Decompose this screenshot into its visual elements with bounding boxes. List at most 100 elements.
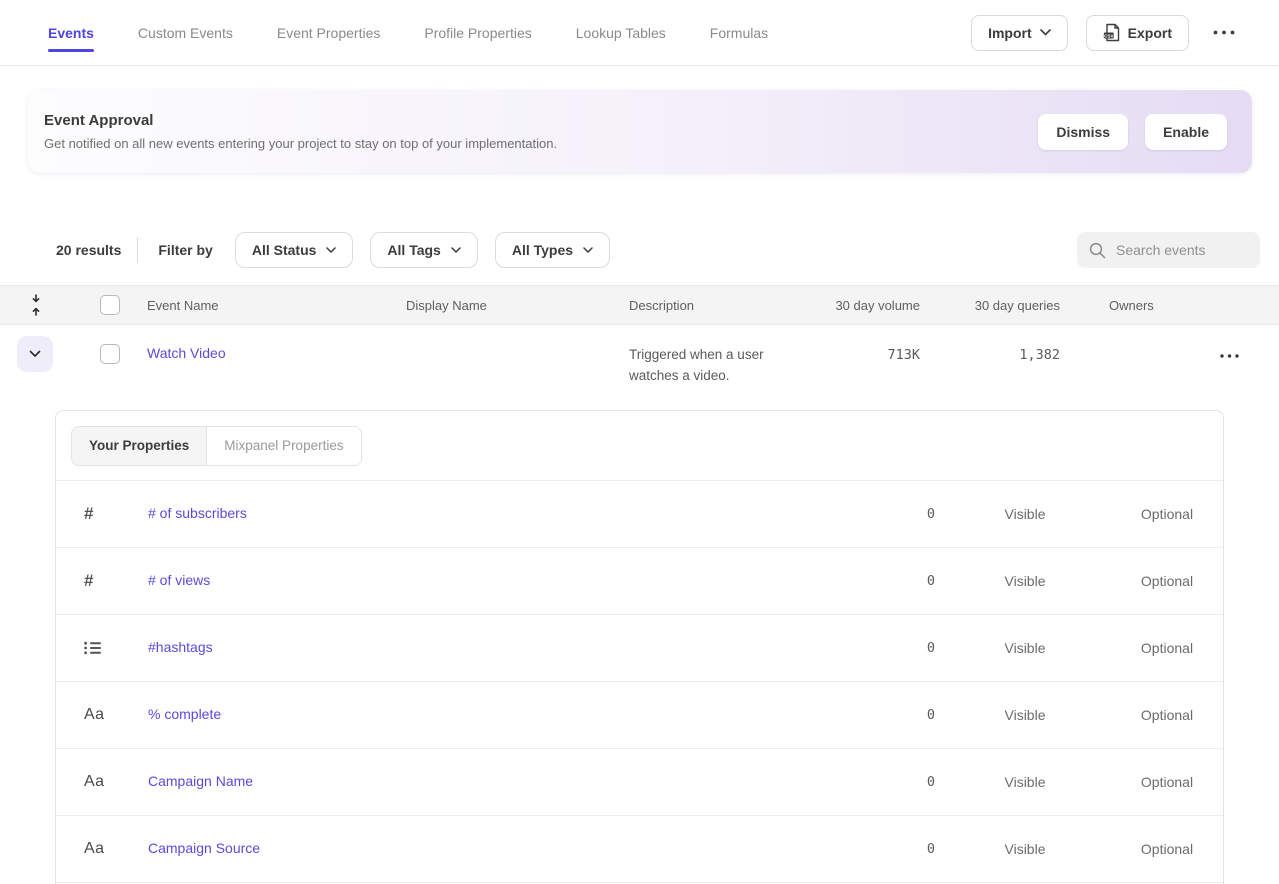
collapse-row-button[interactable] (17, 336, 53, 372)
property-visibility[interactable]: Visible (935, 841, 1115, 857)
header-volume[interactable]: 30 day volume (820, 298, 920, 313)
row-overflow-menu-button[interactable] (1214, 350, 1245, 362)
types-filter-value: All Types (512, 242, 573, 258)
property-query-count: 0 (927, 573, 935, 589)
banner-actions: Dismiss Enable (1038, 114, 1227, 150)
nav-tabs: Events Custom Events Event Properties Pr… (0, 0, 971, 66)
tags-filter-value: All Tags (387, 242, 440, 258)
property-row: # # of views 0 Visible Optional (56, 548, 1223, 615)
property-requirement[interactable]: Optional (1115, 707, 1223, 723)
csv-file-icon: CSV (1103, 23, 1120, 42)
property-name-link[interactable]: % complete (148, 706, 221, 722)
tab-custom-events[interactable]: Custom Events (138, 0, 233, 66)
status-filter-dropdown[interactable]: All Status (235, 232, 354, 268)
chevron-down-icon (29, 350, 41, 358)
overflow-menu-button[interactable] (1207, 26, 1241, 39)
filter-by-label: Filter by (158, 242, 212, 258)
banner-text: Event Approval Get notified on all new e… (44, 112, 557, 151)
property-requirement[interactable]: Optional (1115, 640, 1223, 656)
chevron-down-icon (583, 247, 593, 253)
properties-panel: Your Properties Mixpanel Properties # # … (55, 410, 1224, 884)
property-row: Aa % complete 0 Visible Optional (56, 682, 1223, 749)
property-requirement[interactable]: Optional (1115, 841, 1223, 857)
event-queries: 1,382 (1019, 347, 1060, 363)
export-button-label: Export (1128, 25, 1172, 41)
header-queries[interactable]: 30 day queries (920, 298, 1060, 313)
chevron-down-icon (451, 247, 461, 253)
property-query-count: 0 (927, 707, 935, 723)
header-event-name[interactable]: Event Name (147, 298, 406, 313)
tab-formulas[interactable]: Formulas (710, 0, 768, 66)
ellipsis-icon (1220, 354, 1239, 358)
property-row: Aa Campaign Source 0 Visible Optional (56, 816, 1223, 883)
property-query-count: 0 (927, 774, 935, 790)
property-row: # # of subscribers 0 Visible Optional (56, 481, 1223, 548)
search-events-input[interactable] (1116, 242, 1246, 258)
tab-events[interactable]: Events (48, 0, 94, 66)
property-query-count: 0 (927, 640, 935, 656)
chevron-down-icon (1040, 29, 1051, 36)
header-description[interactable]: Description (629, 298, 820, 313)
tags-filter-dropdown[interactable]: All Tags (370, 232, 477, 268)
property-requirement[interactable]: Optional (1115, 774, 1223, 790)
event-volume: 713K (887, 347, 920, 363)
property-query-count: 0 (927, 841, 935, 857)
property-name-link[interactable]: # of views (148, 572, 210, 588)
property-visibility[interactable]: Visible (935, 573, 1115, 589)
search-icon (1089, 242, 1106, 259)
collapse-all-button[interactable] (0, 294, 72, 316)
row-checkbox[interactable] (100, 344, 120, 364)
header-owners[interactable]: Owners (1060, 298, 1180, 313)
import-button-label: Import (988, 25, 1032, 41)
select-all-checkbox[interactable] (100, 295, 120, 315)
property-query-count: 0 (927, 506, 935, 522)
tab-lookup-tables[interactable]: Lookup Tables (576, 0, 666, 66)
tab-mixpanel-properties[interactable]: Mixpanel Properties (207, 427, 360, 465)
property-visibility[interactable]: Visible (935, 506, 1115, 522)
property-row: Aa Campaign Name 0 Visible Optional (56, 749, 1223, 816)
divider (137, 237, 138, 263)
header-display-name[interactable]: Display Name (406, 298, 629, 313)
properties-segmented-control: Your Properties Mixpanel Properties (71, 426, 362, 466)
chevron-down-icon (326, 247, 336, 253)
property-row: #hashtags 0 Visible Optional (56, 615, 1223, 682)
results-count: 20 results (56, 242, 121, 258)
dismiss-button[interactable]: Dismiss (1038, 114, 1128, 150)
property-requirement[interactable]: Optional (1115, 573, 1223, 589)
banner-title: Event Approval (44, 112, 557, 129)
banner-description: Get notified on all new events entering … (44, 136, 557, 151)
tab-profile-properties[interactable]: Profile Properties (424, 0, 531, 66)
top-nav: Events Custom Events Event Properties Pr… (0, 0, 1279, 66)
text-type-icon: Aa (56, 706, 148, 724)
property-requirement[interactable]: Optional (1115, 506, 1223, 522)
search-events-box[interactable] (1077, 232, 1260, 268)
property-name-link[interactable]: # of subscribers (148, 505, 247, 521)
svg-text:CSV: CSV (1104, 33, 1114, 38)
lexicon-page: Events Custom Events Event Properties Pr… (0, 0, 1279, 884)
property-visibility[interactable]: Visible (935, 774, 1115, 790)
collapse-arrows-icon (30, 294, 42, 316)
property-visibility[interactable]: Visible (935, 707, 1115, 723)
property-visibility[interactable]: Visible (935, 640, 1115, 656)
tab-your-properties[interactable]: Your Properties (72, 427, 207, 465)
filter-bar: 20 results Filter by All Status All Tags… (56, 232, 1260, 268)
property-name-link[interactable]: #hashtags (148, 639, 213, 655)
number-type-icon: # (56, 504, 148, 524)
number-type-icon: # (56, 571, 148, 591)
event-approval-banner: Event Approval Get notified on all new e… (28, 90, 1252, 173)
text-type-icon: Aa (56, 840, 148, 858)
events-table-header: Event Name Display Name Description 30 d… (0, 285, 1279, 325)
status-filter-value: All Status (252, 242, 317, 258)
ellipsis-icon (1213, 30, 1235, 35)
property-name-link[interactable]: Campaign Source (148, 840, 260, 856)
tab-event-properties[interactable]: Event Properties (277, 0, 381, 66)
event-name-link[interactable]: Watch Video (147, 336, 226, 361)
types-filter-dropdown[interactable]: All Types (495, 232, 610, 268)
enable-button[interactable]: Enable (1145, 114, 1227, 150)
list-type-icon (56, 641, 148, 655)
export-button[interactable]: CSV Export (1086, 15, 1189, 51)
nav-actions: Import CSV Export (971, 15, 1279, 51)
property-name-link[interactable]: Campaign Name (148, 773, 253, 789)
import-button[interactable]: Import (971, 15, 1068, 51)
text-type-icon: Aa (56, 773, 148, 791)
